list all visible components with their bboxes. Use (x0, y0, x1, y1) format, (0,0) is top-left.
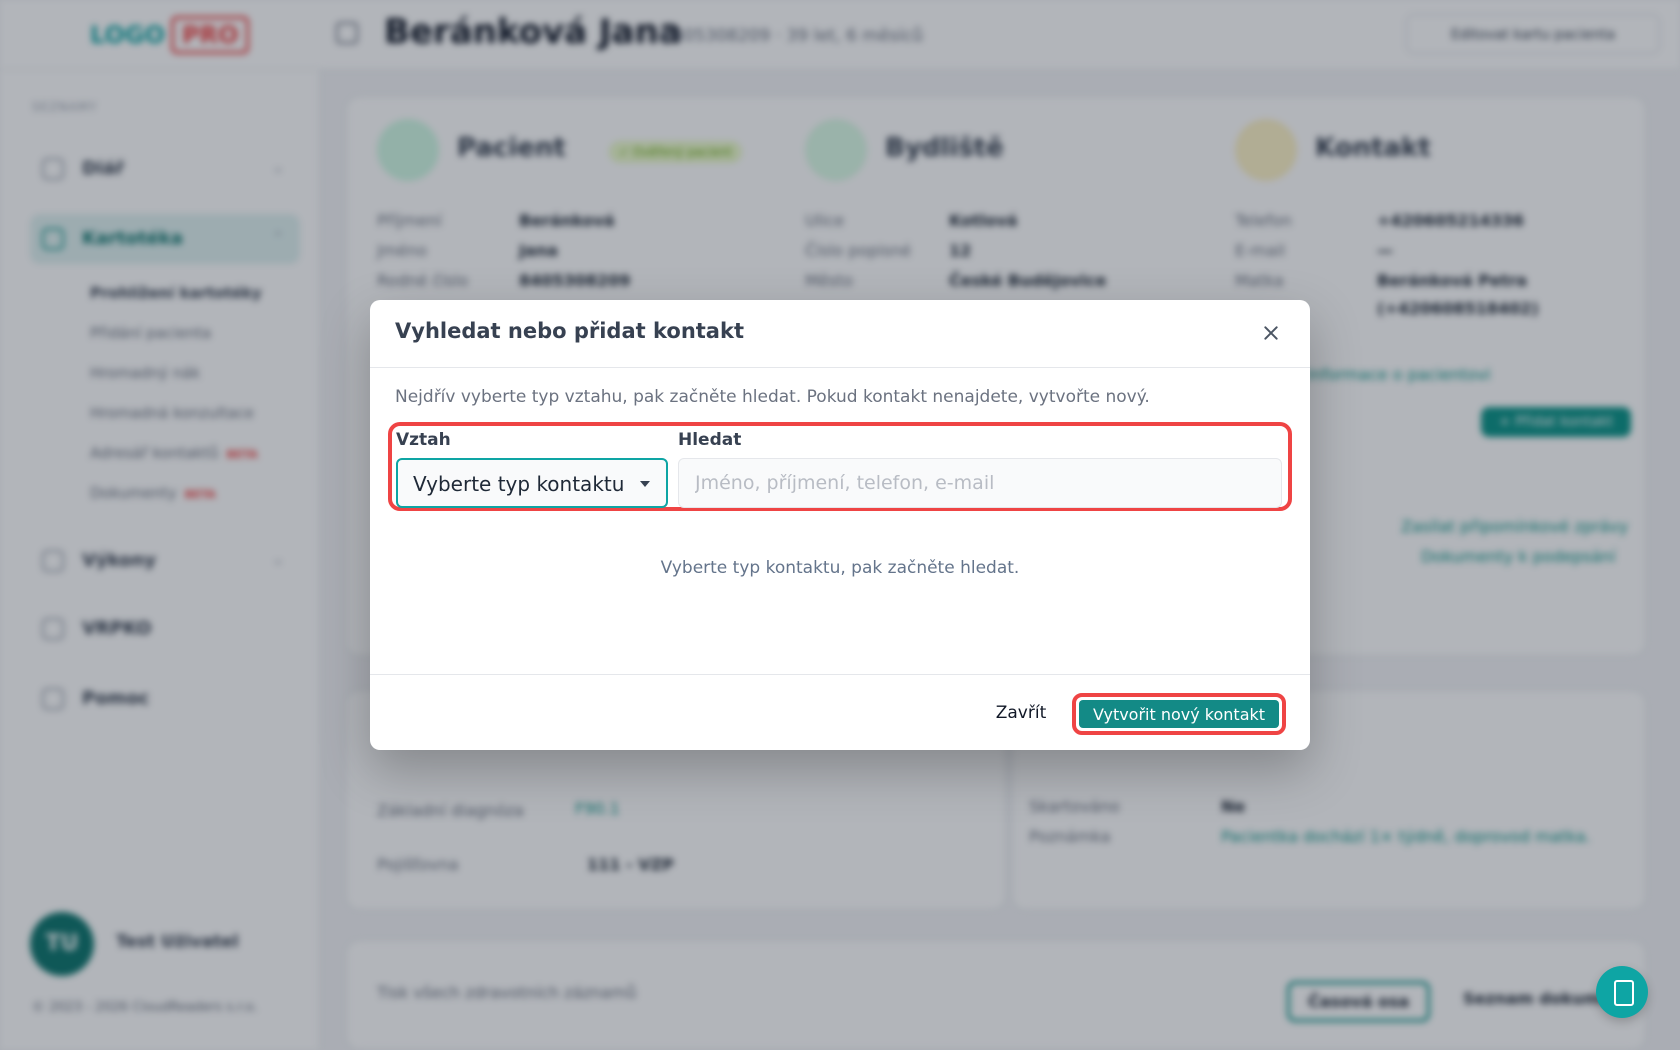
create-contact-button[interactable]: Vytvořit nový kontakt (1079, 700, 1279, 728)
relation-label: Vztah (396, 430, 451, 450)
modal-footer: Zavřít Vytvořit nový kontakt (370, 674, 1310, 750)
close-icon[interactable] (1254, 316, 1288, 350)
search-input[interactable] (678, 458, 1282, 508)
caret-down-icon (640, 481, 650, 487)
close-button[interactable]: Zavřít (970, 695, 1072, 731)
empty-state-hint: Vyberte typ kontaktu, pak začněte hledat… (660, 558, 1020, 578)
modal-header: Vyhledat nebo přidat kontakt (370, 300, 1310, 368)
relation-select-value: Vyberte typ kontaktu (413, 472, 625, 496)
document-fab-icon[interactable] (1596, 966, 1648, 1018)
relation-select[interactable]: Vyberte typ kontaktu (396, 458, 668, 508)
modal-description: Nejdřív vyberte typ vztahu, pak začněte … (395, 387, 1150, 407)
create-button-highlight: Vytvořit nový kontakt (1072, 693, 1286, 735)
search-label: Hledat (678, 430, 742, 450)
modal-title: Vyhledat nebo přidat kontakt (395, 319, 744, 343)
search-contact-modal: Vyhledat nebo přidat kontakt Nejdřív vyb… (370, 300, 1310, 750)
search-fields-group: Vztah Vyberte typ kontaktu Hledat (388, 422, 1292, 511)
